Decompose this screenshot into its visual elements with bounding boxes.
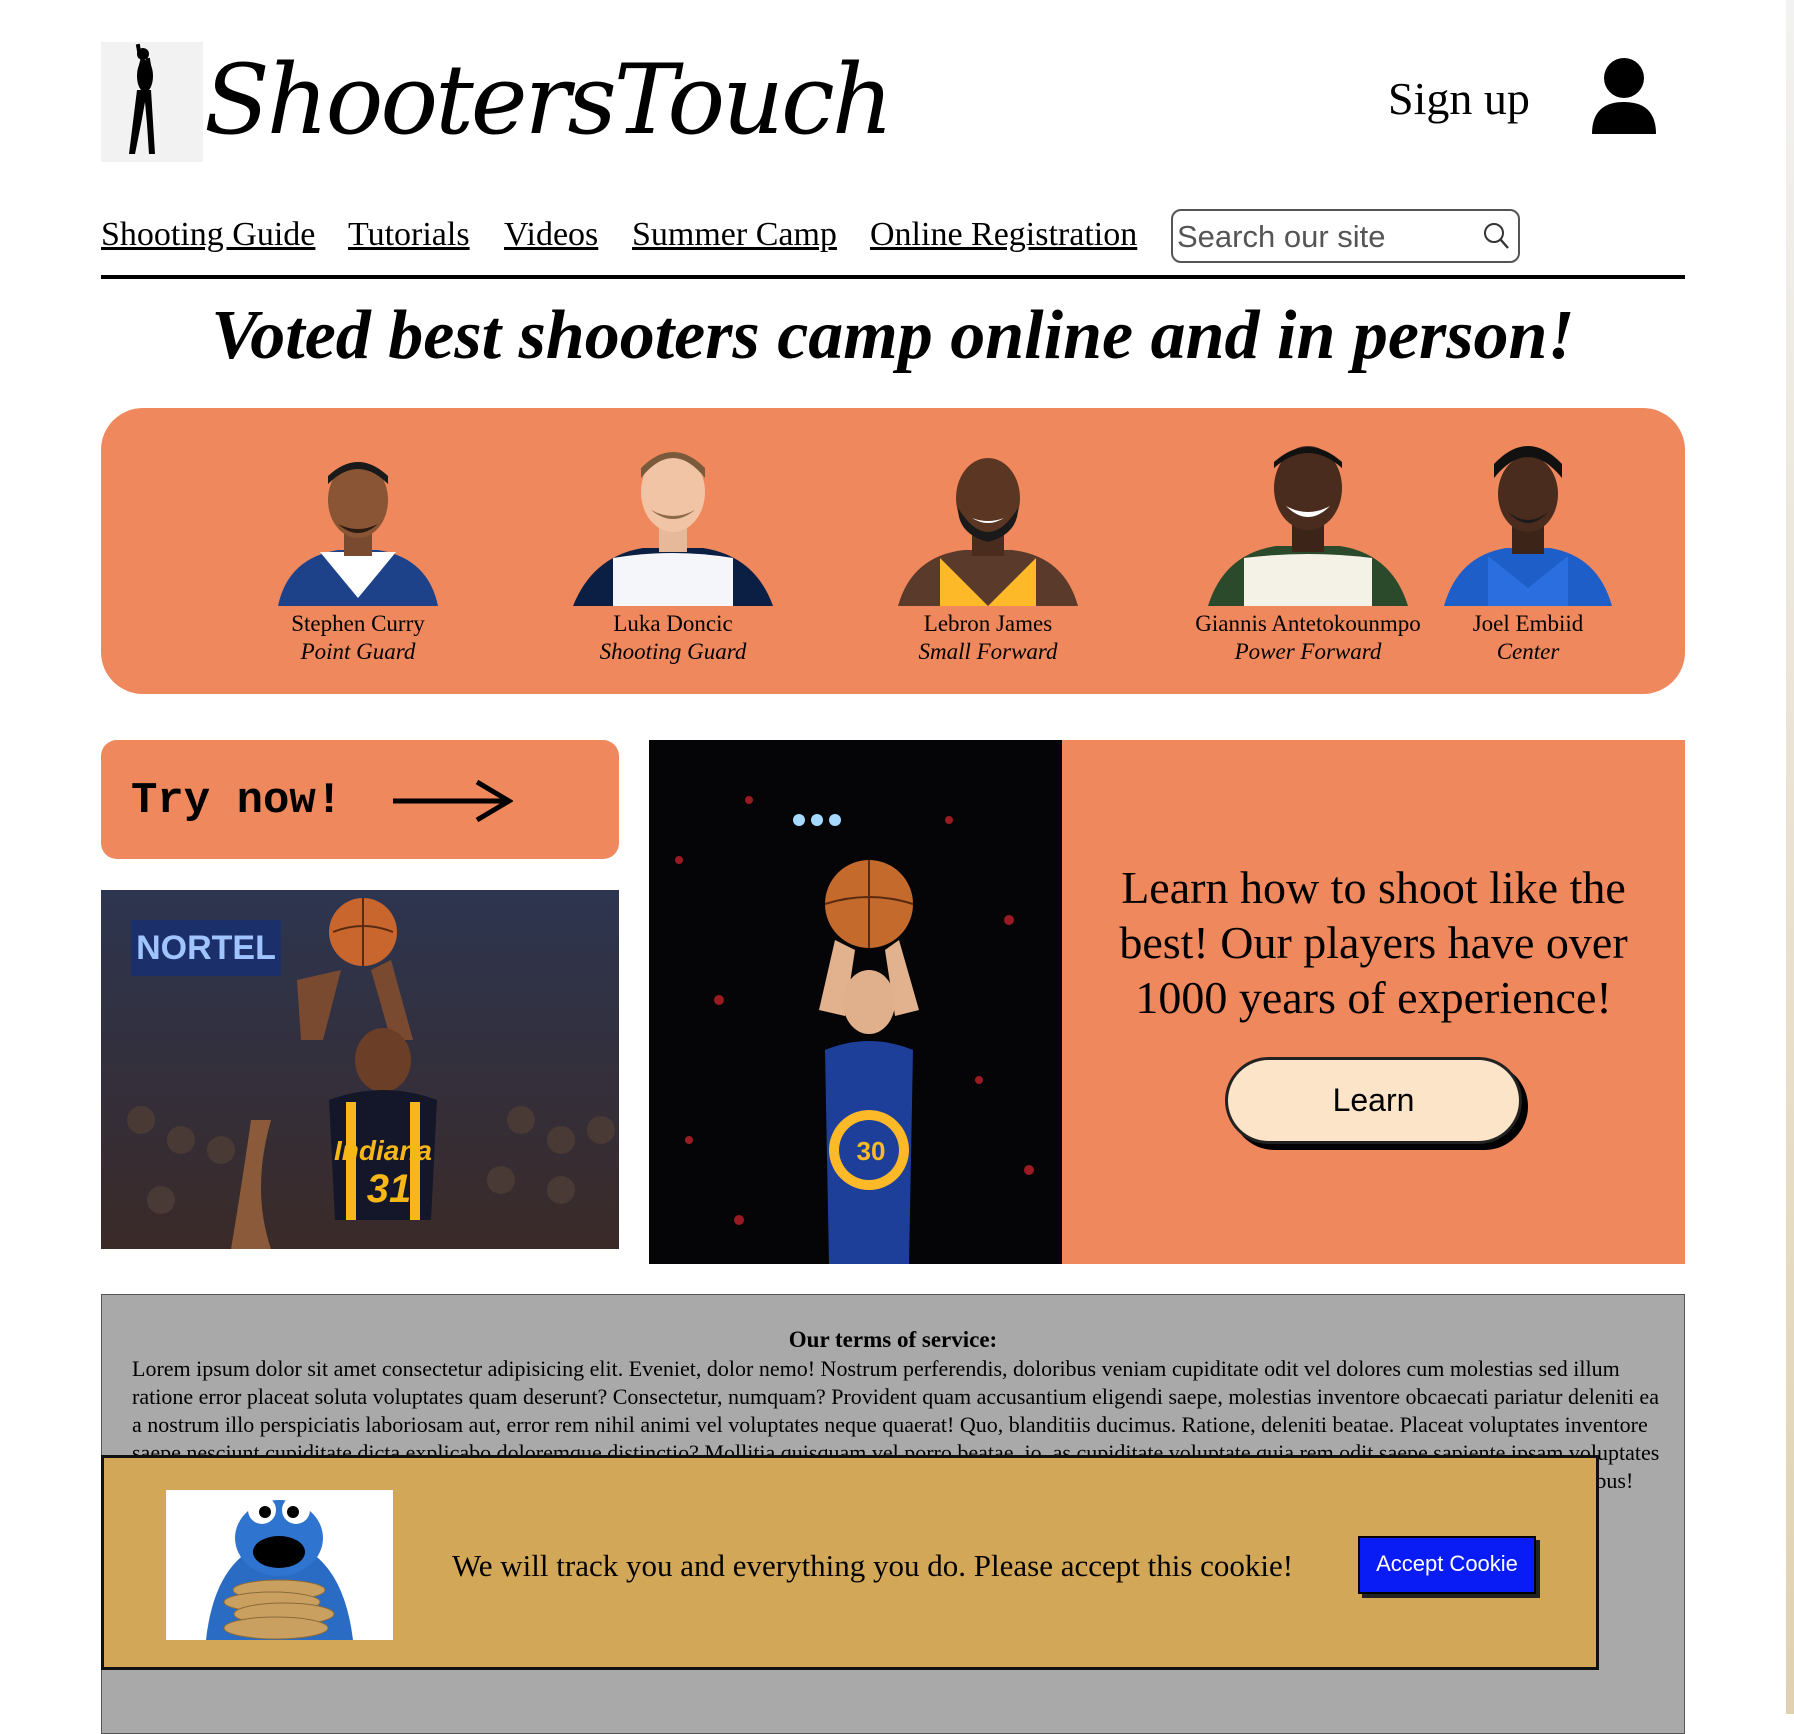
search-icon[interactable] — [1482, 221, 1510, 251]
nav-summer-camp[interactable]: Summer Camp — [632, 216, 837, 254]
try-now-label: Try now! — [131, 776, 343, 826]
player-shooting-photo: NORTEL Indiana 31 — [101, 890, 619, 1249]
shooter-silhouette-icon — [129, 43, 155, 154]
nav-divider — [101, 275, 1685, 279]
search-box[interactable] — [1171, 209, 1520, 263]
learn-button[interactable]: Learn — [1225, 1057, 1522, 1144]
player-photo — [888, 438, 1088, 606]
player-position: Point Guard — [300, 639, 416, 664]
player-position: Small Forward — [918, 639, 1058, 664]
window-edge — [1786, 0, 1794, 1714]
player-card[interactable]: Luka Doncic Shooting Guard — [523, 438, 823, 666]
players-panel: Stephen Curry Point Guard Luka Doncic Sh… — [101, 408, 1685, 694]
player-name: Lebron James — [923, 611, 1053, 636]
terms-title: Our terms of service: — [788, 1327, 998, 1352]
jersey-text: Indiana — [334, 1135, 432, 1166]
accept-cookie-button[interactable]: Accept Cookie — [1358, 1536, 1536, 1594]
player-position: Shooting Guard — [599, 639, 747, 664]
nav-shooting-guide[interactable]: Shooting Guide — [101, 216, 315, 254]
jersey-number: 30 — [857, 1136, 886, 1166]
promo-text: Learn how to shoot like the best! Our pl… — [1119, 862, 1628, 1023]
cookie-monster-image — [166, 1490, 393, 1640]
nortel-banner-text: NORTEL — [136, 929, 276, 967]
signup-link[interactable]: Sign up — [1388, 72, 1530, 125]
promo-panel: Learn how to shoot like the best! Our pl… — [1062, 740, 1685, 1264]
player-card[interactable]: Lebron James Small Forward — [838, 438, 1138, 666]
nav-videos[interactable]: Videos — [504, 216, 598, 254]
arrow-right-icon — [393, 779, 513, 823]
try-now-button[interactable]: Try now! — [101, 740, 619, 859]
logo-image[interactable] — [101, 42, 203, 162]
search-input[interactable] — [1175, 215, 1479, 259]
player-photo — [258, 438, 458, 606]
player-position: Center — [1496, 639, 1560, 664]
user-icon[interactable] — [1590, 56, 1658, 136]
nav-online-registration[interactable]: Online Registration — [870, 216, 1137, 254]
player-name: Stephen Curry — [291, 611, 425, 636]
player-card[interactable]: Stephen Curry Point Guard — [208, 438, 508, 666]
player-photo — [573, 438, 773, 606]
jersey-number: 31 — [367, 1167, 412, 1211]
player-card[interactable]: Joel Embiid Center — [1378, 438, 1678, 666]
brand-title[interactable]: ShootersTouch — [204, 30, 894, 170]
cookie-banner: We will track you and everything you do.… — [101, 1455, 1599, 1670]
nav-tutorials[interactable]: Tutorials — [348, 216, 470, 254]
player-photo — [1428, 438, 1628, 606]
player-name: Joel Embiid — [1472, 611, 1584, 636]
player-name: Luka Doncic — [613, 611, 733, 636]
cookie-message: We will track you and everything you do.… — [452, 1548, 1294, 1583]
curry-shooting-photo: 30 — [649, 740, 1062, 1264]
hero-headline: Voted best shooters camp online and in p… — [211, 297, 1575, 374]
